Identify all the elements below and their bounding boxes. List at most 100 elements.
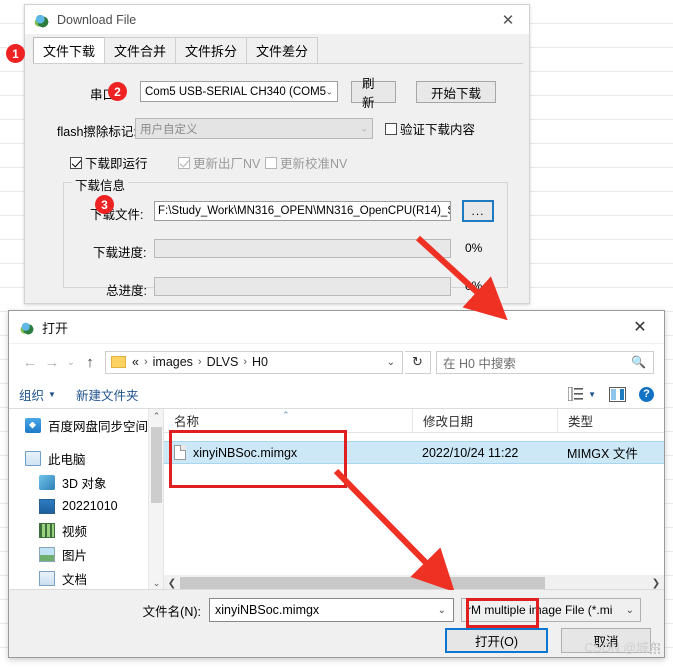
total-progress-percent: 0%	[465, 279, 483, 293]
update-factory-nv-label: 更新出厂NV	[193, 157, 261, 171]
column-header-type[interactable]: 类型	[557, 409, 664, 432]
view-options-icon	[568, 387, 584, 401]
sidebar-item-label: 3D 对象	[62, 476, 107, 491]
screenshot-root: Download File ✕ 文件下载 文件合并 文件拆分 文件差分 串口 C…	[0, 0, 673, 670]
browse-file-button[interactable]: ...	[462, 200, 494, 222]
new-folder-label: 新建文件夹	[75, 388, 139, 403]
3d-object-icon	[39, 474, 55, 490]
sidebar-item-baidu-cloud[interactable]: 百度网盘同步空间	[9, 413, 163, 437]
filename-row: 文件名(N): xinyiNBSoc.mimgx ⌄ rM multiple i…	[9, 598, 664, 622]
open-button[interactable]: 打开(O)	[445, 628, 548, 653]
filename-input[interactable]: xinyiNBSoc.mimgx ⌄	[209, 598, 454, 622]
sidebar-item-label: 文档	[62, 572, 88, 587]
sidebar-item-label: 此电脑	[48, 452, 86, 467]
download-file-window: Download File ✕ 文件下载 文件合并 文件拆分 文件差分 串口 C…	[24, 4, 530, 304]
download-progress-bar	[154, 239, 451, 258]
forward-button[interactable]: →	[41, 350, 63, 374]
download-progress-percent: 0%	[465, 241, 483, 255]
download-file-path-input[interactable]: F:\Study_Work\MN316_OPEN\MN316_OpenCPU(R…	[154, 201, 451, 221]
tab-file-download[interactable]: 文件下载	[33, 37, 106, 64]
run-after-download-checkbox[interactable]: 下载即运行	[70, 153, 148, 172]
navigation-sidebar: 百度网盘同步空间 此电脑 3D 对象 20221010 视频 图片 文档 ⌃ ⌄	[9, 409, 164, 591]
sidebar-item-videos[interactable]: 视频	[9, 518, 163, 542]
search-input[interactable]: 在 H0 中搜索 🔍	[436, 350, 654, 374]
sidebar-item-documents[interactable]: 文档	[9, 566, 163, 590]
up-button[interactable]: ↑	[79, 350, 101, 374]
total-progress-bar	[154, 277, 451, 296]
breadcrumb-item-images[interactable]: images	[153, 355, 193, 369]
breadcrumb-separator: ›	[143, 356, 148, 368]
total-progress-row: 总进度:	[106, 280, 147, 299]
chevron-down-icon: ▼	[48, 389, 56, 399]
pc-icon	[25, 450, 41, 466]
navigation-bar: ← → ⌄ ↑ « › images › DLVS › H0 ⌄ ↻ 在 H0 …	[9, 344, 664, 380]
sidebar-item-20221010[interactable]: 20221010	[9, 494, 163, 518]
breadcrumb-item-dlvs[interactable]: DLVS	[207, 355, 239, 369]
video-icon	[39, 522, 55, 538]
breadcrumb[interactable]: « › images › DLVS › H0 ⌄	[105, 350, 403, 374]
view-options-button[interactable]: ▼	[568, 387, 596, 401]
preview-pane-icon[interactable]	[609, 386, 626, 402]
update-calibration-nv-checkbox: 更新校准NV	[265, 153, 347, 172]
back-button[interactable]: ←	[19, 350, 41, 374]
breadcrumb-root[interactable]: «	[132, 355, 139, 369]
column-label: 名称	[174, 415, 200, 429]
refresh-button[interactable]: 刷新	[351, 77, 396, 110]
serial-port-value: Com5 USB-SERIAL CH340 (COM5	[145, 85, 327, 98]
total-progress-label: 总进度:	[106, 284, 147, 298]
filename-label: 文件名(N):	[142, 604, 201, 619]
serial-port-select[interactable]: Com5 USB-SERIAL CH340 (COM5 ⌄	[140, 81, 338, 102]
chevron-down-icon[interactable]: ⌄	[387, 357, 395, 368]
verify-download-checkbox[interactable]: 验证下载内容	[385, 119, 475, 138]
chevron-down-icon: ⌄	[625, 604, 634, 616]
chevron-down-icon[interactable]: ⌄	[438, 605, 446, 616]
scrollbar-thumb[interactable]	[151, 427, 162, 503]
breadcrumb-item-h0[interactable]: H0	[252, 355, 268, 369]
organize-menu[interactable]: 组织 ▼	[19, 385, 56, 404]
sidebar-item-this-pc[interactable]: 此电脑	[9, 446, 163, 470]
download-progress-label: 下载进度:	[93, 246, 147, 260]
download-progress-row: 下载进度:	[93, 242, 146, 261]
sidebar-scrollbar[interactable]: ⌃ ⌄	[148, 409, 163, 591]
refresh-icon[interactable]: ↻	[405, 350, 431, 374]
sidebar-item-label: 百度网盘同步空间	[48, 419, 149, 434]
chevron-down-icon: ▼	[588, 389, 596, 399]
download-window-close-button[interactable]: ✕	[487, 5, 529, 35]
column-header-date[interactable]: 修改日期	[412, 409, 557, 432]
help-icon[interactable]: ?	[639, 386, 654, 402]
sidebar-item-3d-objects[interactable]: 3D 对象	[9, 470, 163, 494]
flash-erase-select[interactable]: 用户自定义 ⌄	[135, 118, 373, 139]
open-dialog-titlebar: 打开	[9, 311, 664, 343]
verify-download-label: 验证下载内容	[400, 123, 476, 137]
download-file-path-value: F:\Study_Work\MN316_OPEN\MN316_OpenCPU(R…	[158, 205, 451, 217]
annotation-highlight-open-button	[466, 598, 539, 628]
organize-label: 组织	[19, 388, 45, 403]
tab-file-diff[interactable]: 文件差分	[246, 37, 319, 64]
annotation-badge-3: 3	[95, 195, 114, 214]
start-download-button[interactable]: 开始下载	[416, 81, 496, 103]
scroll-up-icon[interactable]: ⌃	[149, 409, 163, 424]
chevron-down-icon: ⌄	[325, 86, 333, 96]
annotation-badge-1: 1	[6, 44, 25, 63]
checkbox-box	[385, 122, 397, 135]
recent-locations-button[interactable]: ⌄	[63, 350, 79, 374]
download-window-titlebar: Download File	[25, 5, 529, 35]
tab-file-split[interactable]: 文件拆分	[175, 37, 248, 64]
new-folder-button[interactable]: 新建文件夹	[76, 385, 139, 404]
app-icon	[33, 11, 49, 28]
picture-icon	[39, 546, 55, 562]
open-dialog-close-button[interactable]: ✕	[620, 311, 660, 343]
breadcrumb-separator: ›	[197, 356, 202, 368]
dialog-toolbar: 组织 ▼ 新建文件夹 ▼ ?	[9, 380, 664, 409]
sidebar-item-pictures[interactable]: 图片	[9, 542, 163, 566]
checkbox-box	[265, 156, 277, 169]
open-dialog-title: 打开	[42, 320, 69, 336]
annotation-badge-2: 2	[108, 82, 127, 101]
column-header-name[interactable]: 名称 ⌃	[164, 409, 412, 432]
download-window-title: Download File	[57, 12, 137, 27]
scrollbar-thumb[interactable]	[180, 576, 545, 590]
update-calibration-nv-label: 更新校准NV	[280, 157, 348, 171]
tab-file-merge[interactable]: 文件合并	[104, 37, 177, 64]
search-placeholder: 在 H0 中搜索	[443, 356, 516, 371]
flash-erase-label: flash擦除标记:	[57, 125, 137, 139]
